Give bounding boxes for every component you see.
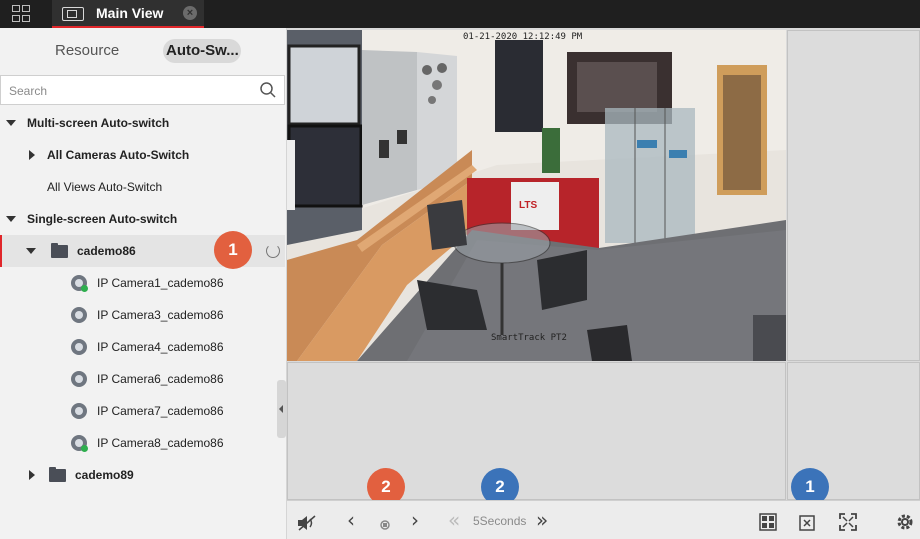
mute-icon[interactable]	[297, 513, 317, 533]
tab-main-view[interactable]: Main View ×	[52, 0, 204, 28]
tree-item-single-screen[interactable]: Single-screen Auto-switch	[0, 203, 285, 235]
tree-item-camera[interactable]: IP Camera4_cademo86	[0, 331, 285, 363]
online-status-icon	[81, 285, 88, 292]
increase-interval-icon[interactable]: »	[536, 510, 548, 530]
video-window-1[interactable]: LTS 01-21-2020 12:12:49 PM SmartTrack PT…	[287, 30, 786, 361]
window-layout-icon[interactable]	[759, 512, 777, 532]
expand-arrow-icon[interactable]	[6, 216, 16, 222]
close-icon[interactable]: ×	[183, 6, 197, 20]
tree-item-label: IP Camera6_cademo86	[97, 372, 224, 386]
tab-label: Main View	[96, 5, 164, 21]
expand-arrow-icon[interactable]	[26, 248, 36, 254]
tab-auto-switch[interactable]: Auto-Sw...	[163, 39, 241, 63]
tree-item-cademo89[interactable]: cademo89	[0, 459, 285, 491]
tree-item-all-views[interactable]: All Views Auto-Switch	[0, 171, 285, 203]
expand-arrow-icon[interactable]	[6, 120, 16, 126]
tab-resource[interactable]: Resource	[55, 39, 119, 63]
tree-item-label: cademo89	[75, 468, 134, 482]
module-grid-icon[interactable]	[12, 5, 31, 23]
video-window-3[interactable]	[287, 362, 786, 500]
live-view-toolbar: ‹ › « 5Seconds »	[287, 500, 920, 539]
online-status-icon	[81, 445, 88, 452]
camera-icon	[71, 339, 87, 355]
tree-item-label: All Views Auto-Switch	[47, 180, 163, 194]
pause-switch-icon[interactable]	[379, 515, 391, 535]
camera-icon	[71, 275, 88, 292]
search-icon[interactable]	[260, 82, 276, 98]
camera-feed-image: LTS	[287, 30, 786, 361]
tree-item-all-cameras[interactable]: All Cameras Auto-Switch	[0, 139, 285, 171]
stop-all-live-view-icon[interactable]	[799, 512, 817, 532]
tree-item-label: IP Camera7_cademo86	[97, 404, 224, 418]
collapse-arrow-icon[interactable]	[29, 150, 35, 160]
svg-text:LTS: LTS	[519, 200, 537, 211]
refresh-icon[interactable]	[266, 244, 280, 258]
camera-icon	[71, 403, 87, 419]
video-icon	[62, 7, 84, 21]
tree-item-label: IP Camera1_cademo86	[97, 276, 224, 290]
tree-item-label: Multi-screen Auto-switch	[27, 116, 170, 130]
collapse-arrow-icon[interactable]	[29, 470, 35, 480]
tree-item-camera[interactable]: IP Camera6_cademo86	[0, 363, 285, 395]
tree-item-camera[interactable]: IP Camera7_cademo86	[0, 395, 285, 427]
panel-collapse-handle[interactable]	[277, 380, 286, 438]
live-view-area: LTS 01-21-2020 12:12:49 PM SmartTrack PT…	[287, 28, 920, 500]
switch-interval-label: 5Seconds	[473, 514, 527, 528]
timestamp-overlay: 01-21-2020 12:12:49 PM	[463, 32, 583, 42]
search-input[interactable]: Search	[9, 84, 47, 98]
video-window-2[interactable]	[787, 30, 920, 361]
folder-icon	[49, 467, 66, 482]
tree-item-multi-screen[interactable]: Multi-screen Auto-switch	[0, 107, 285, 139]
fullscreen-icon[interactable]	[839, 512, 857, 532]
sidebar: Resource Auto-Sw... Search Multi-screen …	[0, 28, 287, 539]
camera-name-overlay: SmartTrack PT2	[491, 333, 567, 343]
next-camera-icon[interactable]: ›	[411, 510, 419, 530]
camera-icon	[71, 371, 87, 387]
title-bar: Main View ×	[0, 0, 920, 28]
tree-item-label: cademo86	[77, 244, 136, 258]
tree-item-camera[interactable]: IP Camera8_cademo86	[0, 427, 285, 459]
callout-badge-red-1: 1	[214, 231, 252, 269]
search-field[interactable]: Search	[0, 75, 285, 105]
camera-icon	[71, 435, 88, 452]
camera-icon	[71, 307, 87, 323]
decrease-interval-icon[interactable]: «	[448, 510, 460, 530]
tree-item-label: Single-screen Auto-switch	[27, 212, 178, 226]
previous-camera-icon[interactable]: ‹	[347, 510, 355, 530]
gear-icon[interactable]	[896, 512, 914, 532]
folder-icon	[51, 243, 68, 258]
tree-item-label: IP Camera4_cademo86	[97, 340, 224, 354]
tree-item-label: IP Camera3_cademo86	[97, 308, 224, 322]
tree-item-label: All Cameras Auto-Switch	[47, 148, 190, 162]
tree-item-label: IP Camera8_cademo86	[97, 436, 224, 450]
tree-item-camera[interactable]: IP Camera3_cademo86	[0, 299, 285, 331]
tree-item-camera[interactable]: IP Camera1_cademo86	[0, 267, 285, 299]
